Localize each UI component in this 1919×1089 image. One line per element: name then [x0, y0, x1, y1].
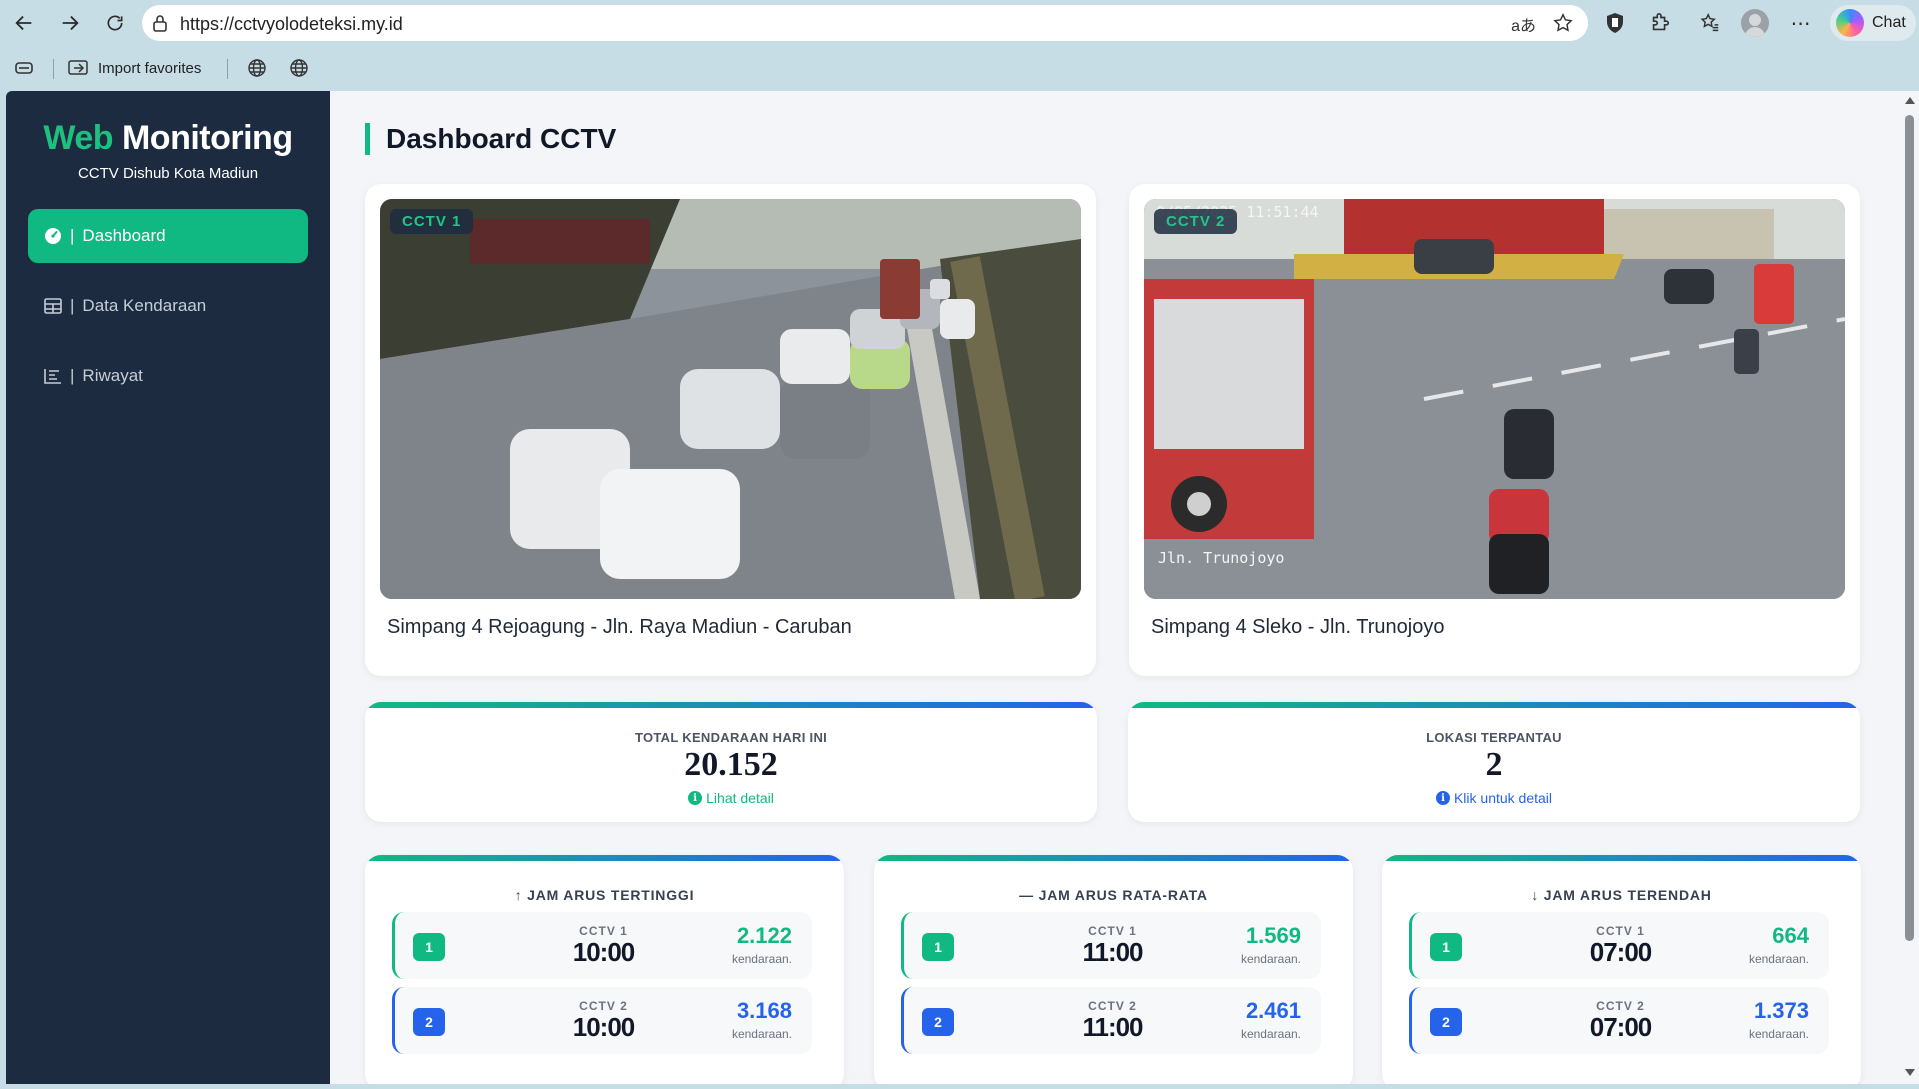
peak-row: 2 CCTV 2 10:00 3.168 kendaraan. [392, 987, 812, 1054]
browser-toolbar: https://cctvyolodeteksi.my.id aあ ⋯ Chat [0, 0, 1919, 47]
total-vehicles-label: TOTAL KENDARAAN HARI INI [634, 730, 828, 745]
main-content: Dashboard CCTV CCTV 1 Simpang 4 Rejoagun… [330, 91, 1900, 1084]
peak-count: 664 [1772, 923, 1809, 948]
cctv-card-2[interactable]: 0/05/2025 11:51:44 Jln. Trunojoyo CCTV 2… [1129, 184, 1860, 676]
url-text: https://cctvyolodeteksi.my.id [180, 14, 403, 34]
info-icon: i [688, 791, 703, 805]
sidebar-item-riwayat[interactable]: | Riwayat [28, 349, 308, 403]
peak-unit: kendaraan. [1748, 1027, 1809, 1041]
total-vehicles-detail-link[interactable]: i Lihat detail [365, 790, 1097, 806]
brand-title: Web Monitoring [6, 119, 330, 158]
sidebar: Web Monitoring CCTV Dishub Kota Madiun |… [6, 91, 330, 1084]
page-scrollbar[interactable] [1900, 91, 1919, 1084]
peak-count: 1.373 [1753, 998, 1809, 1023]
globe-icon [290, 59, 308, 77]
brand-rest: Monitoring [121, 119, 293, 157]
import-favorites-button[interactable]: Import favorites [68, 55, 201, 81]
peak-unit: kendaraan. [1240, 952, 1301, 966]
monitored-locations-detail-link[interactable]: i Klik untuk detail [1128, 790, 1860, 806]
table-icon [44, 297, 62, 315]
arrow-right-icon [62, 15, 79, 31]
brand-subtitle: CCTV Dishub Kota Madiun [77, 165, 259, 182]
peak-cam-label: CCTV 1 [1596, 924, 1645, 938]
cctv-badge-1: CCTV 1 [390, 209, 474, 234]
traffic-scene-2 [1144, 199, 1845, 599]
cctv-location-1: Simpang 4 Rejoagung - Jln. Raya Madiun -… [387, 616, 852, 638]
peak-average-title: — JAM ARUS RATA-RATA [1019, 887, 1208, 903]
total-vehicles-value: 20.152 [684, 746, 778, 783]
peak-count: 2.461 [1245, 998, 1301, 1023]
more-menu-icon[interactable]: ⋯ [1786, 9, 1816, 37]
sidebar-item-label: Riwayat [82, 366, 143, 385]
sidebar-item-label: Data Kendaraan [82, 296, 207, 315]
import-favorites-label: Import favorites [98, 59, 202, 77]
import-icon [68, 60, 88, 75]
sidebar-item-label: Dashboard [82, 226, 166, 245]
peak-row: 1 CCTV 1 10:00 2.122 kendaraan. [392, 912, 812, 979]
peak-count: 1.569 [1245, 923, 1301, 948]
copilot-icon [1836, 9, 1864, 37]
forward-button[interactable] [54, 9, 86, 37]
cctv-feed-1[interactable]: CCTV 1 [380, 199, 1081, 599]
monitored-locations-card[interactable]: LOKASI TERPANTAU 2 i Klik untuk detail [1128, 702, 1860, 822]
peak-lowest-card: ↓ JAM ARUS TERENDAH 1 CCTV 1 07:00 664 k… [1382, 855, 1861, 1084]
info-icon: i [1435, 791, 1450, 805]
peak-row: 1 CCTV 1 07:00 664 kendaraan. [1409, 912, 1829, 979]
puzzle-extensions-icon[interactable] [1645, 9, 1675, 37]
peak-highest-card: ↑ JAM ARUS TERTINGGI 1 CCTV 1 10:00 2.12… [365, 855, 844, 1084]
shield-extension-icon[interactable] [1600, 9, 1630, 37]
star-icon[interactable] [1552, 12, 1574, 34]
globe-bookmark-2[interactable] [289, 55, 309, 81]
monitored-locations-value: 2 [1485, 746, 1503, 783]
web-page: Web Monitoring CCTV Dishub Kota Madiun |… [6, 91, 1900, 1084]
peak-highest-title: ↑ JAM ARUS TERTINGGI [514, 887, 695, 903]
brand-accent: Web [43, 119, 114, 157]
back-button[interactable] [8, 9, 40, 37]
cctv-location-2: Simpang 4 Sleko - Jln. Trunojoyo [1151, 616, 1445, 638]
globe-bookmark-1[interactable] [247, 55, 267, 81]
translate-icon[interactable]: aあ [1511, 12, 1536, 36]
total-vehicles-card[interactable]: TOTAL KENDARAAN HARI INI 20.152 i Lihat … [365, 702, 1097, 822]
gauge-icon [44, 227, 62, 245]
detail-link-label: Klik untuk detail [1453, 790, 1553, 806]
peak-count: 3.168 [736, 998, 792, 1023]
cctv-feed-2[interactable]: 0/05/2025 11:51:44 Jln. Trunojoyo CCTV 2 [1144, 199, 1845, 599]
peak-unit: kendaraan. [1240, 1027, 1301, 1041]
page-title: Dashboard CCTV [365, 123, 616, 155]
peak-row: 2 CCTV 2 07:00 1.373 kendaraan. [1409, 987, 1829, 1054]
peak-row: 2 CCTV 2 11:00 2.461 kendaraan. [901, 987, 1321, 1054]
sidebar-item-dashboard[interactable]: | Dashboard [28, 209, 308, 263]
reload-icon [107, 15, 123, 31]
favorites-icon[interactable] [1695, 9, 1725, 37]
cctv-card-1[interactable]: CCTV 1 Simpang 4 Rejoagung - Jln. Raya M… [365, 184, 1096, 676]
arrow-left-icon [15, 15, 32, 31]
copilot-chat-button[interactable]: Chat [1830, 5, 1916, 41]
peak-row: 1 CCTV 1 11:00 1.569 kendaraan. [901, 912, 1321, 979]
detail-link-label: Lihat detail [706, 790, 774, 806]
peak-lowest-title: ↓ JAM ARUS TERENDAH [1531, 887, 1712, 903]
peak-unit: kendaraan. [731, 1027, 792, 1041]
monitored-locations-label: LOKASI TERPANTAU [1426, 730, 1562, 745]
traffic-scene-1 [380, 199, 1081, 599]
chat-label: Chat [1872, 14, 1906, 31]
cctv-overlay-street-2: Jln. Trunojoyo [1158, 549, 1285, 567]
sidebar-item-data-kendaraan[interactable]: | Data Kendaraan [28, 279, 308, 333]
scroll-down-arrow[interactable] [1905, 1069, 1915, 1076]
scroll-thumb[interactable] [1905, 115, 1914, 941]
peak-count: 2.122 [736, 923, 792, 948]
globe-icon [248, 59, 266, 77]
peak-unit: kendaraan. [1748, 952, 1809, 966]
peak-unit: kendaraan. [731, 952, 792, 966]
cctv-badge-2: CCTV 2 [1154, 209, 1238, 234]
profile-avatar[interactable] [1741, 9, 1769, 37]
lock-icon [153, 15, 167, 32]
address-bar[interactable]: https://cctvyolodeteksi.my.id aあ [142, 5, 1588, 41]
bookmarks-bar: Import favorites [0, 47, 1919, 89]
scroll-up-arrow[interactable] [1905, 97, 1915, 104]
tab-actions-icon[interactable] [14, 55, 34, 81]
chart-icon [44, 367, 62, 385]
peak-average-card: — JAM ARUS RATA-RATA 1 CCTV 1 11:00 1.56… [874, 855, 1353, 1084]
reload-button[interactable] [99, 9, 131, 37]
